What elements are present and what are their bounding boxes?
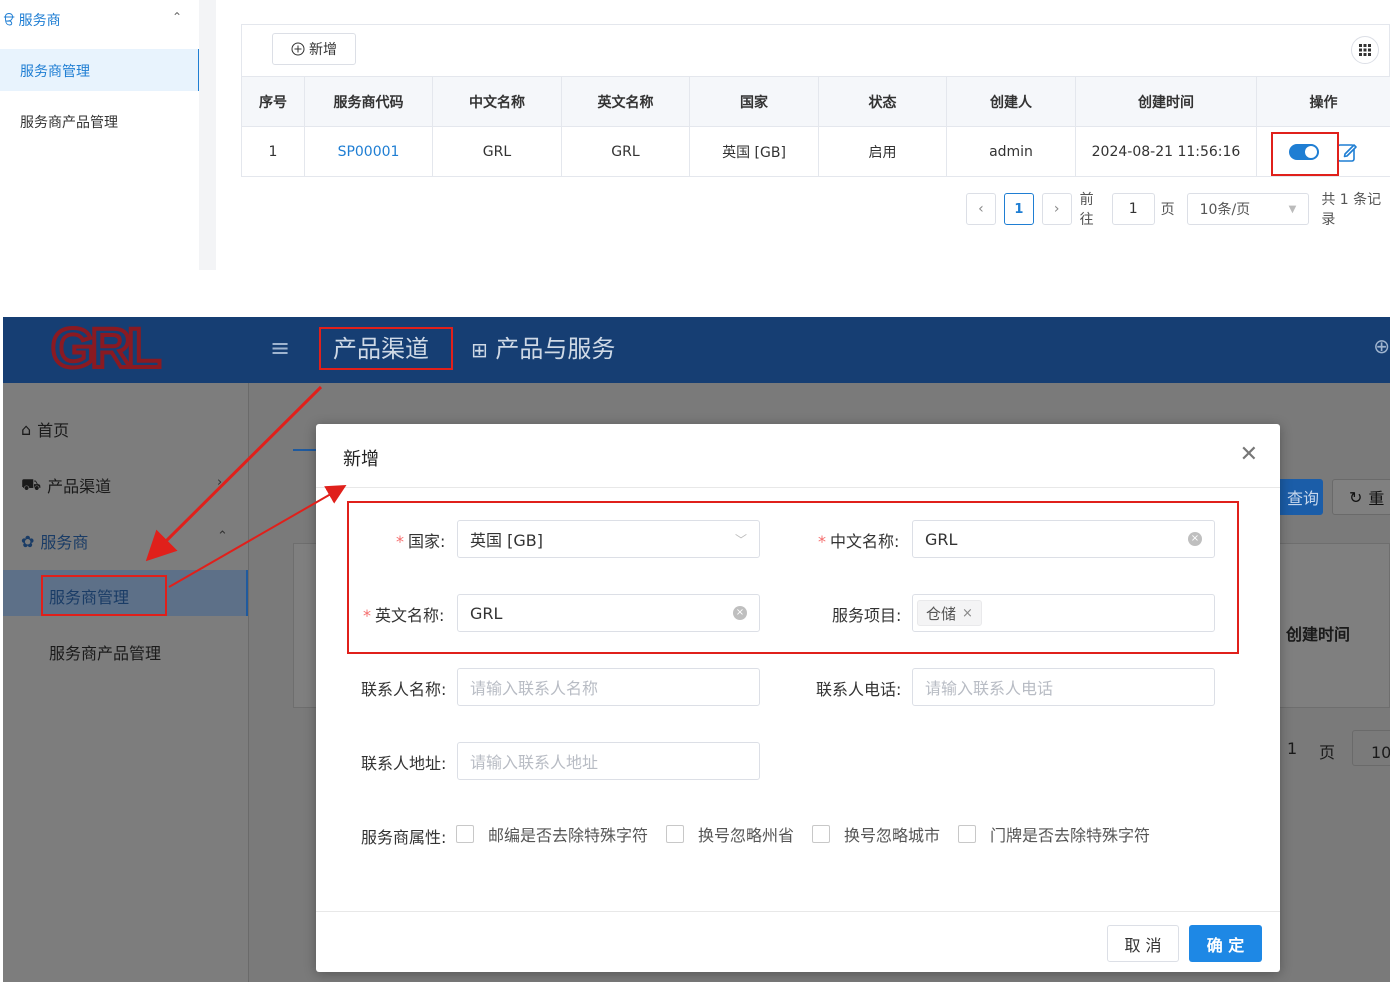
edit-icon[interactable] bbox=[1336, 141, 1358, 163]
cell-en-name: GRL bbox=[561, 126, 690, 177]
sidebar-item-provider-management[interactable]: 服务商管理 bbox=[0, 49, 200, 91]
column-header: 创建时间 bbox=[1075, 76, 1257, 127]
arrow-sidebar-to-dialog bbox=[168, 485, 347, 588]
sidebar-group-provider[interactable]: ੳ 服务商 bbox=[4, 10, 61, 30]
prev-page-button[interactable]: ‹ bbox=[966, 193, 996, 225]
provider-list-screenshot: ੳ 服务商 ⌃ 服务商管理 服务商产品管理 新增 序号 服务商代码 中文名称 英… bbox=[0, 0, 1390, 275]
pagination: ‹ 1 › 前往 1 页 10条/页 ▼ 共 1 条记录 bbox=[966, 192, 1390, 228]
column-header: 国家 bbox=[689, 76, 819, 127]
chevron-up-icon[interactable]: ⌃ bbox=[172, 10, 182, 24]
column-header: 状态 bbox=[818, 76, 947, 127]
annotation-arrows bbox=[145, 385, 347, 588]
sidebar-item-provider-product[interactable]: 服务商产品管理 bbox=[20, 112, 118, 132]
provider-table: 序号 服务商代码 中文名称 英文名称 国家 状态 创建人 创建时间 操作 1 S… bbox=[241, 76, 1390, 177]
column-header: 服务商代码 bbox=[304, 76, 433, 127]
cell-created-at: 2024-08-21 11:56:16 bbox=[1075, 126, 1257, 177]
column-header: 创建人 bbox=[946, 76, 1076, 127]
column-header: 中文名称 bbox=[432, 76, 562, 127]
plus-circle-icon bbox=[291, 42, 305, 56]
highlight-box bbox=[1271, 132, 1339, 176]
cell-status: 启用 bbox=[818, 126, 947, 177]
goto-page-input[interactable]: 1 bbox=[1111, 193, 1155, 225]
cell-country: 英国 [GB] bbox=[689, 126, 819, 177]
caret-down-icon: ▼ bbox=[1288, 203, 1297, 215]
sidebar-group-label: 服务商 bbox=[18, 13, 61, 29]
page-unit-label: 页 bbox=[1160, 202, 1175, 218]
sidebar-divider bbox=[199, 0, 216, 270]
page-number-current[interactable]: 1 bbox=[1003, 193, 1034, 225]
next-page-button[interactable]: › bbox=[1041, 193, 1072, 225]
arrow-tab-to-sidebar bbox=[145, 385, 323, 562]
table-toolbar: 新增 bbox=[241, 24, 1390, 76]
table-header-row: 序号 服务商代码 中文名称 英文名称 国家 状态 创建人 创建时间 操作 bbox=[241, 76, 1390, 127]
add-button-label: 新增 bbox=[309, 42, 337, 58]
add-provider-screenshot: GRL ≡ 产品渠道 ⊞ 产品与服务 ⊕ ⌂ 首页 ⛟ 产品渠道 › ✿ 服务商… bbox=[3, 317, 1390, 982]
add-button[interactable]: 新增 bbox=[272, 33, 356, 65]
sidebar: ੳ 服务商 ⌃ 服务商管理 服务商产品管理 bbox=[0, 0, 200, 270]
page-size-select[interactable]: 10条/页 ▼ bbox=[1186, 193, 1310, 225]
column-settings-icon[interactable] bbox=[1351, 36, 1379, 64]
table-row: 1 SP00001 GRL GRL 英国 [GB] 启用 admin 2024-… bbox=[241, 126, 1390, 177]
column-header: 操作 bbox=[1256, 76, 1390, 127]
cell-cn-name: GRL bbox=[432, 126, 562, 177]
column-header: 序号 bbox=[241, 76, 305, 127]
goto-label: 前往 bbox=[1079, 192, 1094, 228]
cell-creator: admin bbox=[946, 126, 1076, 177]
provider-code-link[interactable]: SP00001 bbox=[338, 144, 400, 160]
page-size-value: 10条/页 bbox=[1199, 202, 1251, 218]
cell-index: 1 bbox=[241, 126, 305, 177]
sidebar-item-label: 服务商管理 bbox=[20, 64, 90, 80]
total-records: 共 1 条记录 bbox=[1321, 192, 1382, 228]
column-header: 英文名称 bbox=[561, 76, 690, 127]
provider-icon: ੳ bbox=[4, 13, 15, 29]
